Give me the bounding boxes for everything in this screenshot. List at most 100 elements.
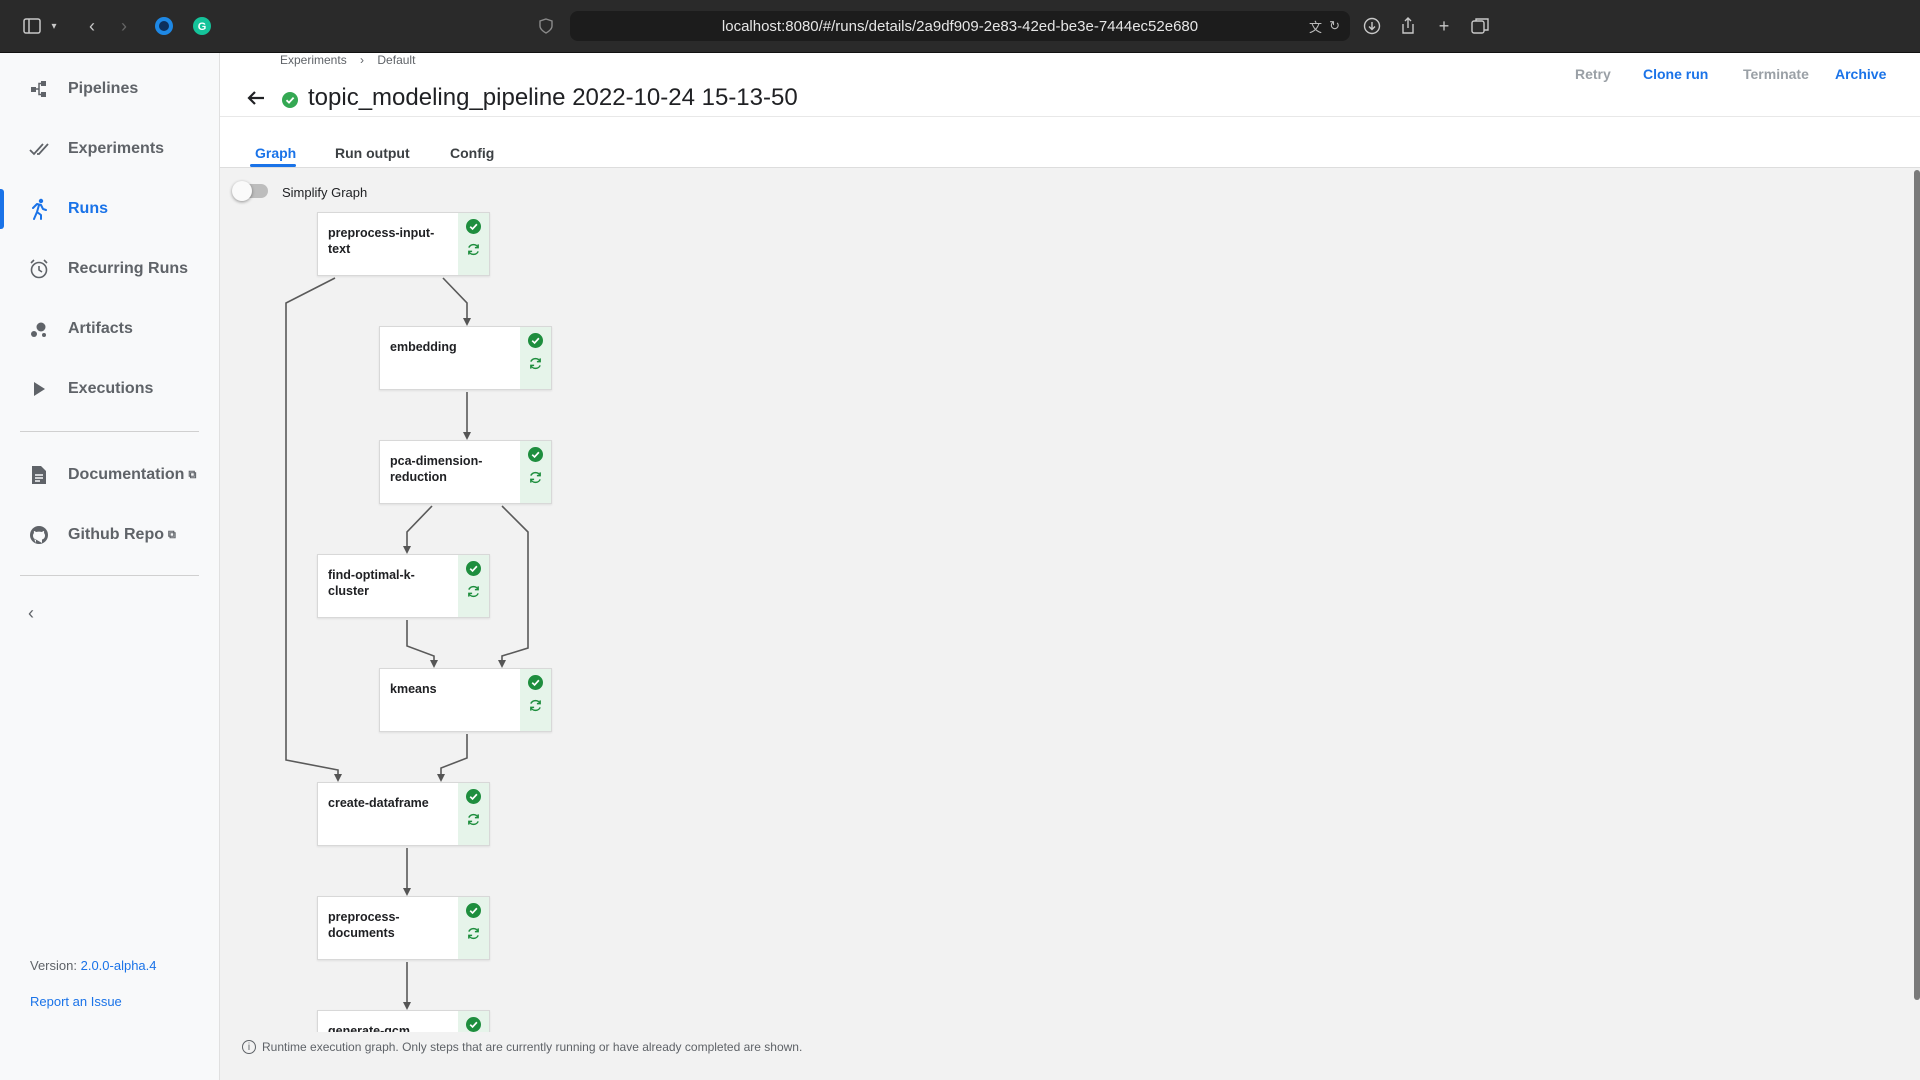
extension-icon[interactable] bbox=[150, 12, 178, 40]
success-check-icon bbox=[528, 675, 543, 690]
svg-text:G: G bbox=[198, 21, 207, 33]
url-text: localhost:8080/#/runs/details/2a9df909-2… bbox=[721, 17, 1199, 35]
edge-pca-to-kmeans bbox=[498, 505, 529, 668]
tab-overview-icon[interactable] bbox=[1466, 12, 1494, 40]
sidebar-link-github[interactable]: Github Repo ⧉ bbox=[0, 513, 220, 557]
success-check-icon bbox=[466, 1017, 481, 1032]
address-bar[interactable]: localhost:8080/#/runs/details/2a9df909-2… bbox=[570, 11, 1350, 41]
breadcrumb-separator: › bbox=[360, 53, 365, 67]
sidebar-link-label: Documentation bbox=[68, 466, 185, 483]
success-check-icon bbox=[466, 561, 481, 576]
node-label: preprocess-input- text bbox=[328, 226, 435, 256]
graph-node-preprocess-documents[interactable]: preprocess- documents bbox=[317, 896, 490, 960]
grammarly-icon[interactable]: G bbox=[188, 12, 216, 40]
external-link-icon: ⧉ bbox=[188, 468, 197, 481]
cache-refresh-icon bbox=[530, 357, 541, 370]
archive-button[interactable]: Archive bbox=[1835, 66, 1886, 82]
node-label: pca-dimension- reduction bbox=[390, 454, 483, 484]
cache-refresh-icon bbox=[468, 813, 479, 826]
page-title: topic_modeling_pipeline 2022-10-24 15-13… bbox=[308, 84, 798, 111]
sidebar-item-label: Pipelines bbox=[68, 80, 139, 97]
translate-icon[interactable]: 文 bbox=[1309, 17, 1322, 36]
reload-icon[interactable]: ↻ bbox=[1329, 18, 1340, 34]
runs-icon bbox=[24, 198, 54, 220]
sidebar-link-label: Github Repo bbox=[68, 526, 164, 543]
cache-refresh-icon bbox=[530, 471, 541, 484]
tab-bar: Graph Run output Config bbox=[220, 116, 1920, 168]
graph-node-create-dataframe[interactable]: create-dataframe bbox=[317, 782, 490, 846]
graph-node-pca-dimension-reduction[interactable]: pca-dimension- reduction bbox=[379, 440, 552, 504]
retry-button[interactable]: Retry bbox=[1575, 66, 1611, 82]
version-link[interactable]: 2.0.0-alpha.4 bbox=[81, 958, 157, 973]
sidebar-item-label: Executions bbox=[68, 380, 154, 397]
report-issue-link[interactable]: Report an Issue bbox=[30, 994, 122, 1009]
tab-graph[interactable]: Graph bbox=[255, 145, 296, 161]
graph-node-kmeans[interactable]: kmeans bbox=[379, 668, 552, 732]
sidebar-item-label: Runs bbox=[68, 200, 108, 217]
new-tab-icon[interactable]: + bbox=[1430, 12, 1458, 40]
node-label: preprocess- documents bbox=[328, 910, 400, 940]
github-icon bbox=[24, 525, 54, 545]
artifacts-icon bbox=[24, 319, 54, 339]
success-status-icon bbox=[282, 92, 298, 108]
scrollbar-thumb[interactable] bbox=[1914, 170, 1920, 1000]
node-label: create-dataframe bbox=[328, 796, 429, 810]
version-label: Version: bbox=[30, 958, 77, 973]
graph-canvas[interactable]: Simplify Graph preprocess-input- text em… bbox=[220, 168, 1920, 1080]
sidebar-item-recurring-runs[interactable]: Recurring Runs bbox=[0, 247, 220, 291]
node-label: kmeans bbox=[390, 682, 437, 696]
sidebar-item-executions[interactable]: Executions bbox=[0, 367, 220, 411]
edge-preprocess-to-embedding bbox=[442, 277, 471, 326]
success-check-icon bbox=[466, 903, 481, 918]
download-icon[interactable] bbox=[1358, 12, 1386, 40]
breadcrumb-default[interactable]: Default bbox=[377, 53, 415, 67]
graph-node-embedding[interactable]: embedding bbox=[379, 326, 552, 390]
sidebar-divider bbox=[20, 575, 199, 576]
graph-node-preprocess-input-text[interactable]: preprocess-input- text bbox=[317, 212, 490, 276]
breadcrumb: Experiments › Default bbox=[280, 53, 425, 67]
sidebar-item-label: Recurring Runs bbox=[68, 260, 189, 277]
tab-run-output[interactable]: Run output bbox=[335, 145, 410, 161]
edge-preprocess-to-create-dataframe bbox=[285, 277, 342, 782]
pipelines-icon bbox=[24, 79, 54, 99]
privacy-shield-icon bbox=[532, 12, 560, 40]
sidebar-item-label: Artifacts bbox=[68, 320, 133, 337]
node-label: find-optimal-k- cluster bbox=[328, 568, 415, 598]
cache-refresh-icon bbox=[468, 585, 479, 598]
sidebar-item-pipelines[interactable]: Pipelines bbox=[0, 67, 220, 111]
graph-info-text: Runtime execution graph. Only steps that… bbox=[262, 1040, 803, 1054]
experiments-icon bbox=[24, 142, 54, 156]
success-check-icon bbox=[528, 447, 543, 462]
success-check-icon bbox=[528, 333, 543, 348]
sidebar-item-runs[interactable]: Runs bbox=[0, 187, 220, 231]
sidebar-link-documentation[interactable]: Documentation ⧉ bbox=[0, 453, 220, 497]
play-icon bbox=[24, 381, 54, 397]
info-icon: i bbox=[242, 1040, 256, 1054]
edge-pca-to-find-k bbox=[403, 505, 433, 554]
back-arrow-icon[interactable] bbox=[244, 86, 268, 110]
chevron-down-icon[interactable]: ▾ bbox=[44, 12, 64, 40]
external-link-icon: ⧉ bbox=[167, 528, 176, 541]
sidebar-item-label: Experiments bbox=[68, 140, 165, 157]
sidebar-divider bbox=[20, 431, 199, 432]
edge-find-k-to-kmeans bbox=[406, 620, 438, 668]
sidebar-toggle-icon[interactable] bbox=[18, 12, 46, 40]
share-icon[interactable] bbox=[1394, 12, 1422, 40]
back-nav-icon[interactable]: ‹ bbox=[78, 12, 106, 40]
clone-run-button[interactable]: Clone run bbox=[1643, 66, 1708, 82]
success-check-icon bbox=[466, 789, 481, 804]
tab-config[interactable]: Config bbox=[450, 145, 494, 161]
cache-refresh-icon bbox=[468, 243, 479, 256]
graph-node-find-optimal-k-cluster[interactable]: find-optimal-k- cluster bbox=[317, 554, 490, 618]
document-icon bbox=[24, 465, 54, 485]
collapse-sidebar-icon[interactable]: ‹ bbox=[28, 603, 34, 624]
sidebar-item-experiments[interactable]: Experiments bbox=[0, 127, 220, 171]
browser-toolbar: ▾ ‹ › G localhost:8080/#/runs/details/2a… bbox=[0, 0, 1920, 53]
terminate-button[interactable]: Terminate bbox=[1743, 66, 1809, 82]
version-info: Version: 2.0.0-alpha.4 bbox=[30, 958, 157, 973]
forward-nav-icon[interactable]: › bbox=[110, 12, 138, 40]
sidebar-item-artifacts[interactable]: Artifacts bbox=[0, 307, 220, 351]
success-check-icon bbox=[466, 219, 481, 234]
sidebar: Pipelines Experiments Runs Recurring Run… bbox=[0, 53, 220, 1080]
breadcrumb-experiments[interactable]: Experiments bbox=[280, 53, 347, 67]
